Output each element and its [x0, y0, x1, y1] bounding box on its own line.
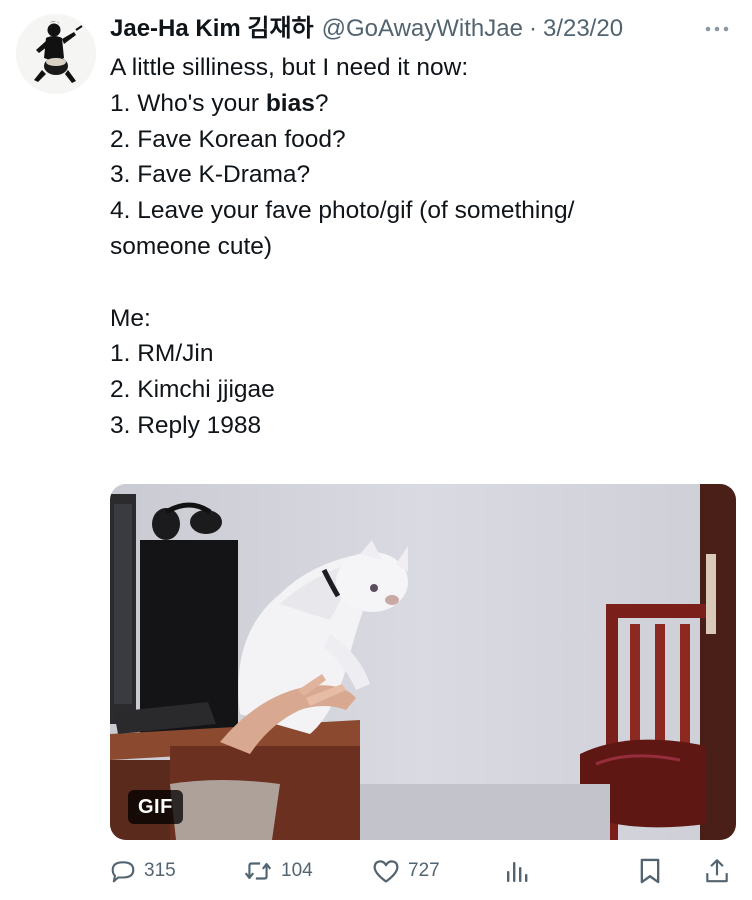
- share-upload-icon: [704, 857, 730, 885]
- tweet-header: Jae-Ha Kim 김재하 @GoAwayWithJae · 3/23/20: [110, 12, 732, 46]
- tweet-line-suffix: ?: [314, 89, 329, 117]
- reply-bubble-icon: [110, 858, 136, 884]
- gif-badge: GIF: [128, 790, 183, 824]
- user-handle[interactable]: @GoAwayWithJae: [322, 12, 523, 46]
- more-dots-icon[interactable]: [702, 12, 732, 46]
- separator-dot: ·: [528, 15, 537, 42]
- action-bar: 315 104 727: [110, 852, 736, 890]
- reply-count: 315: [144, 860, 176, 881]
- retweet-count: 104: [281, 860, 313, 881]
- tweet-line-last: 4.: [110, 444, 730, 547]
- reply-button[interactable]: 315: [110, 852, 176, 890]
- tweet-line: 3. Fave K-Drama?: [110, 161, 311, 189]
- display-name[interactable]: Jae-Ha Kim 김재하: [110, 12, 314, 46]
- like-button[interactable]: 727: [372, 852, 440, 890]
- bookmark-button[interactable]: [638, 852, 662, 890]
- views-button[interactable]: [505, 852, 529, 890]
- share-button[interactable]: [704, 852, 730, 890]
- media-gif[interactable]: GIF: [110, 484, 736, 840]
- retweet-icon: [243, 858, 273, 884]
- heart-icon: [372, 858, 400, 884]
- tweet-line: 1. Who's your bias?: [110, 86, 730, 122]
- tweet-line: 1. RM/Jin: [110, 340, 214, 368]
- tweet-line: 4. Leave your fave photo/gif (of somethi…: [110, 197, 575, 225]
- tweet-line: Me:: [110, 304, 151, 332]
- like-count: 727: [408, 860, 440, 881]
- tweet: Jae-Ha Kim 김재하 @GoAwayWithJae · 3/23/20 …: [0, 0, 752, 900]
- tweet-line: 3. Reply 1988: [110, 411, 262, 439]
- tweet-line: A little silliness, but I need it now:: [110, 54, 469, 81]
- tweet-date[interactable]: 3/23/20: [543, 12, 623, 46]
- tweet-line-bold: bias: [265, 89, 315, 117]
- tweet-line-prefix: 1. Who's your: [110, 89, 266, 117]
- tweet-text: A little silliness, but I need it now: 1…: [110, 50, 730, 547]
- tweet-line: someone cute): [110, 232, 273, 260]
- tweet-line: 2. Kimchi jjigae: [110, 376, 275, 404]
- bookmark-icon: [638, 857, 662, 885]
- retweet-button[interactable]: 104: [243, 852, 313, 890]
- views-bars-icon: [505, 858, 529, 884]
- tweet-line: 2. Fave Korean food?: [110, 125, 346, 153]
- avatar[interactable]: [16, 14, 96, 94]
